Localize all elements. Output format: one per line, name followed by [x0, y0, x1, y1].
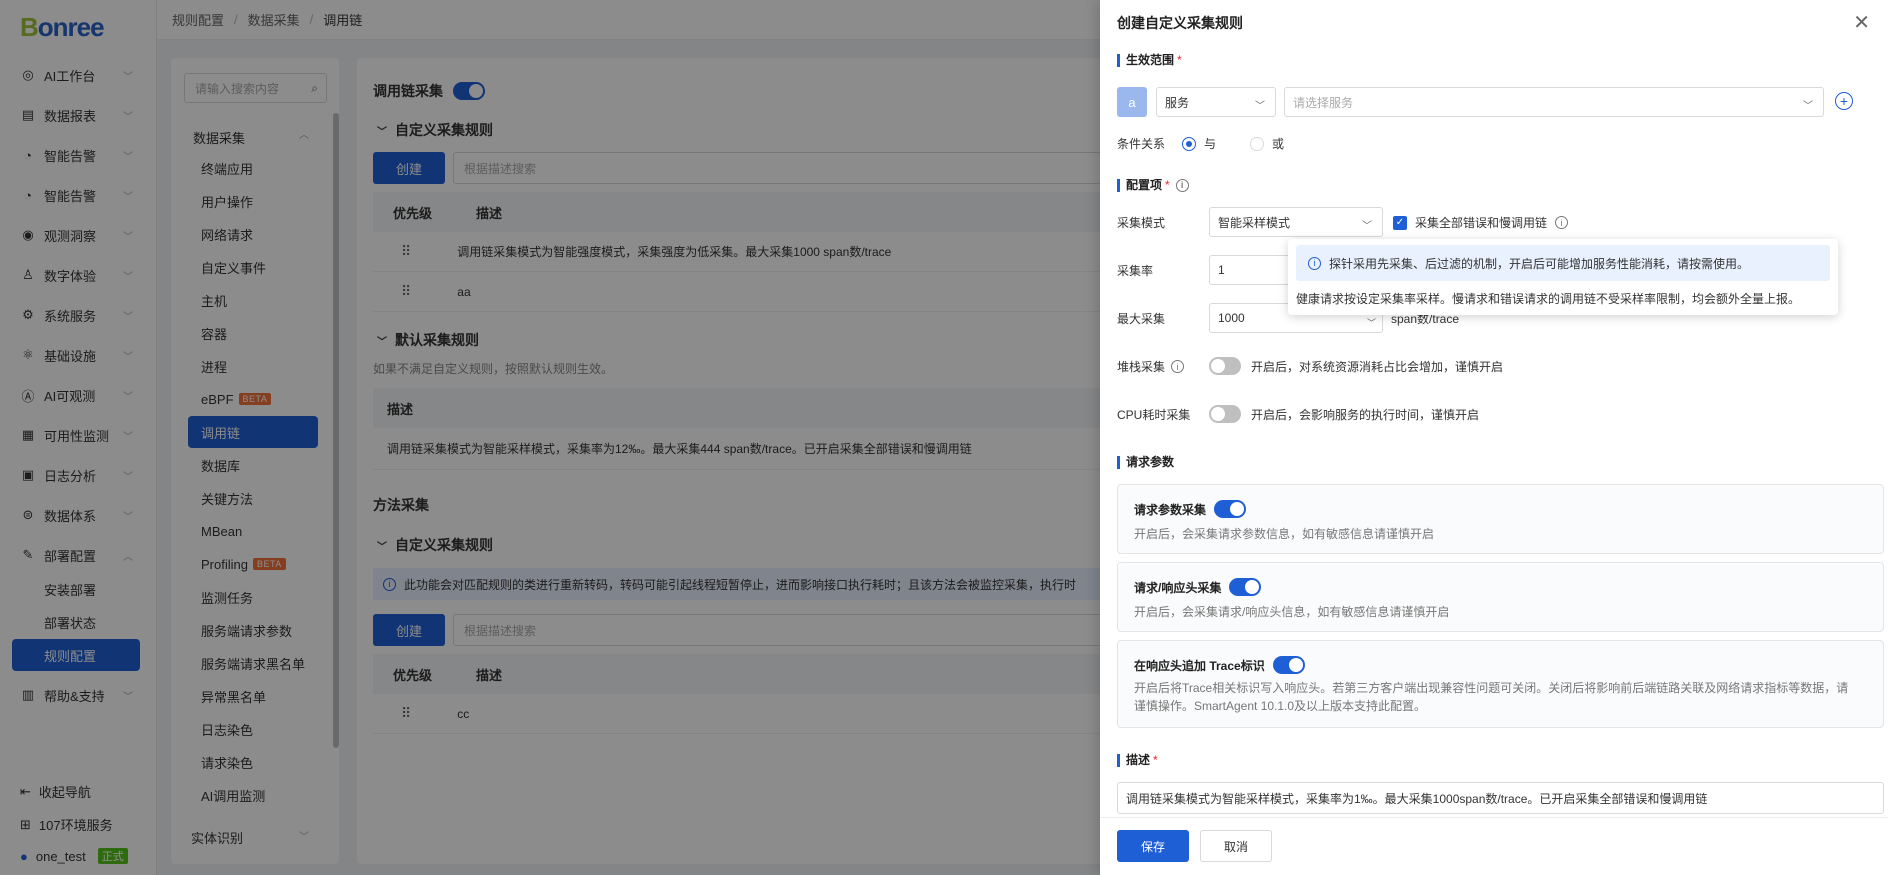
stack-toggle[interactable] [1209, 357, 1241, 375]
drawer-footer: 保存 取消 [1100, 817, 1888, 875]
stack-label: 堆栈采集 i [1117, 358, 1185, 375]
radio-dot [1250, 136, 1264, 151]
req-params-section-title: 请求参数 [1117, 456, 1174, 469]
section-label: 生效范围 [1126, 53, 1175, 67]
condition-tag-a: a [1117, 87, 1147, 117]
req-params-card: 请求参数采集 开启后，会采集请求参数信息，如有敏感信息请谨慎开启 [1117, 484, 1884, 554]
req-params-toggle[interactable] [1214, 500, 1247, 518]
info-icon[interactable]: i [1555, 216, 1569, 229]
radio-dot [1182, 136, 1196, 151]
mode-label: 采集模式 [1117, 216, 1166, 230]
required-mark: * [1165, 178, 1170, 192]
trace-header-toggle[interactable] [1272, 656, 1305, 674]
cpu-label: CPU耗时采集 [1117, 408, 1191, 422]
checkbox-label: 采集全部错误和慢调用链 [1415, 216, 1548, 230]
headers-toggle[interactable] [1229, 578, 1262, 596]
chevron-down-icon: ﹀ [1803, 101, 1813, 112]
rate-label: 采集率 [1117, 264, 1154, 278]
card-desc: 开启后将Trace相关标识写入响应头。若第三方客户端出现兼容性问题可关闭。关闭后… [1134, 681, 1849, 713]
scope-section-title: 生效范围 * [1117, 54, 1182, 67]
headers-card: 请求/响应头采集 开启后，会采集请求/响应头信息，如有敏感信息请谨慎开启 [1117, 562, 1884, 632]
check-icon: ✓ [1393, 215, 1407, 230]
radio-label: 或 [1272, 137, 1285, 151]
select-value: 服务 [1165, 95, 1190, 110]
save-button[interactable]: 保存 [1117, 830, 1189, 862]
required-mark: * [1177, 53, 1182, 67]
card-title: 请求/响应头采集 [1134, 578, 1262, 596]
label-text: 堆栈采集 [1117, 360, 1166, 374]
chevron-down-icon: ﹀ [1255, 101, 1265, 112]
input-value: 1000 [1218, 311, 1245, 325]
add-condition-icon[interactable]: + [1835, 92, 1853, 110]
trace-header-card: 在响应头追加 Trace标识 开启后将Trace相关标识写入响应头。若第三方客户… [1117, 640, 1884, 728]
cpu-toggle[interactable] [1209, 405, 1241, 423]
card-desc: 开启后，会采集请求/响应头信息，如有敏感信息请谨慎开启 [1134, 605, 1450, 619]
max-label: 最大采集 [1117, 312, 1166, 326]
all-errors-tooltip: i 探针采用先采集、后过滤的机制，开启后可能增加服务性能消耗，请按需使用。 健康请… [1288, 239, 1838, 315]
card-desc: 开启后，会采集请求参数信息，如有敏感信息请谨慎开启 [1134, 527, 1435, 541]
card-title: 请求参数采集 [1134, 500, 1247, 518]
card-title-text: 请求参数采集 [1134, 502, 1207, 517]
radio-or[interactable]: 或 [1250, 135, 1284, 152]
select-placeholder: 请选择服务 [1293, 95, 1354, 110]
select-value: 智能采样模式 [1218, 215, 1291, 230]
tooltip-line: 健康请求按设定采集率采样。慢请求和错误请求的调用链不受采样率限制，均会额外全量上… [1296, 292, 1801, 306]
config-section-title: 配置项 * i [1117, 179, 1189, 192]
card-title: 在响应头追加 Trace标识 [1134, 656, 1305, 674]
cpu-toggle-row: 开启后，会影响服务的执行时间，谨慎开启 [1209, 405, 1479, 423]
condition-relation-label: 条件关系 [1117, 137, 1166, 151]
close-icon[interactable]: ✕ [1853, 10, 1870, 35]
scope-type-select[interactable]: 服务 ﹀ [1156, 87, 1276, 117]
toggle-desc: 开启后，对系统资源消耗占比会增加，谨慎开启 [1251, 359, 1504, 374]
stepper-down-icon[interactable]: ﹀ [1367, 316, 1376, 329]
tooltip-notice: i 探针采用先采集、后过滤的机制，开启后可能增加服务性能消耗，请按需使用。 [1296, 245, 1830, 281]
all-errors-checkbox[interactable]: ✓ 采集全部错误和慢调用链 i [1393, 214, 1569, 231]
info-icon[interactable]: i [1171, 360, 1185, 373]
stack-toggle-row: 开启后，对系统资源消耗占比会增加，谨慎开启 [1209, 357, 1503, 375]
toggle-desc: 开启后，会影响服务的执行时间，谨慎开启 [1251, 407, 1480, 422]
section-label: 描述 [1126, 753, 1151, 767]
card-title-text: 请求/响应头采集 [1134, 580, 1222, 595]
card-title-text: 在响应头追加 Trace标识 [1134, 658, 1265, 673]
modal-overlay[interactable] [0, 0, 1100, 875]
chevron-down-icon: ﹀ [1362, 221, 1372, 232]
info-icon[interactable]: i [1175, 179, 1189, 192]
desc-section-title: 描述 * [1117, 754, 1158, 767]
drawer-title: 创建自定义采集规则 [1117, 15, 1243, 31]
radio-label: 与 [1204, 137, 1217, 151]
desc-input[interactable]: 调用链采集模式为智能采样模式，采集率为1‰。最大采集1000span数/trac… [1117, 782, 1884, 814]
service-select[interactable]: 请选择服务 ﹀ [1284, 87, 1824, 117]
mode-select[interactable]: 智能采样模式 ﹀ [1209, 207, 1383, 237]
info-icon: i [1308, 256, 1321, 270]
section-label: 配置项 [1126, 178, 1163, 192]
required-mark: * [1153, 753, 1158, 767]
tooltip-line: 探针采用先采集、后过滤的机制，开启后可能增加服务性能消耗，请按需使用。 [1329, 256, 1750, 271]
cancel-button[interactable]: 取消 [1200, 830, 1272, 862]
create-rule-drawer: 创建自定义采集规则 ✕ 生效范围 * a 服务 ﹀ 请选择服务 ﹀ + 条件关系 与 … [1100, 0, 1888, 875]
radio-and[interactable]: 与 [1182, 135, 1216, 152]
